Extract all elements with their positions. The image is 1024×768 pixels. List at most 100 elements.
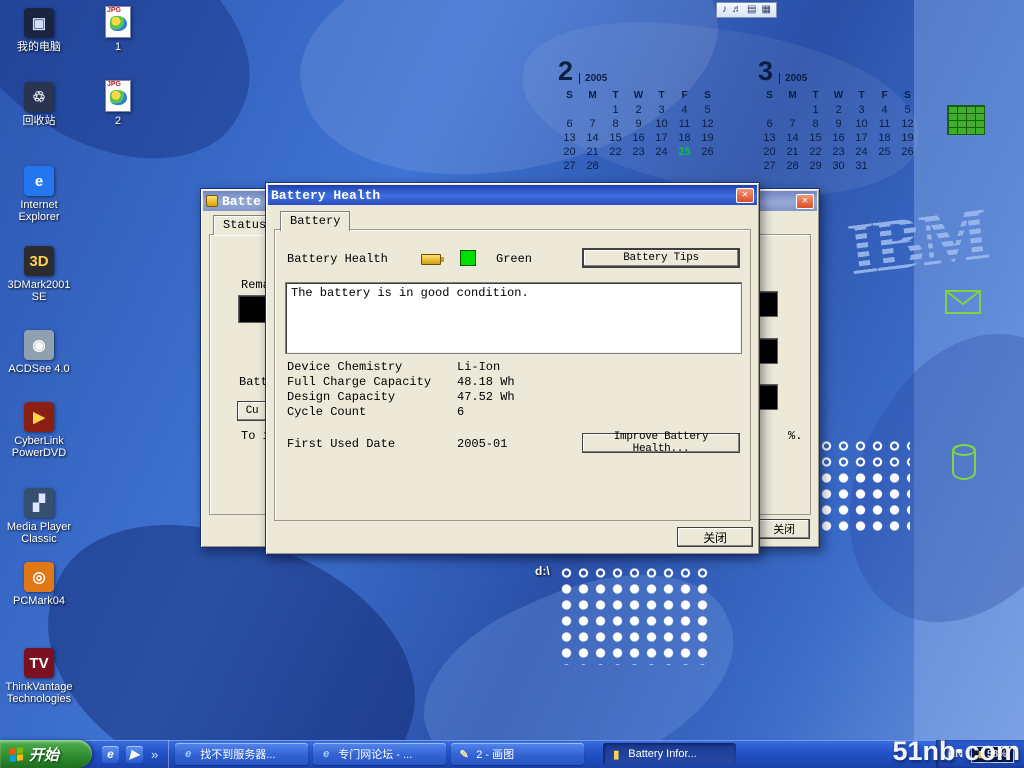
acdsee-icon: ◉ [24, 330, 54, 360]
desktop-icon-label: Internet Explorer [6, 199, 72, 223]
taskbar-task[interactable]: e 专门网论坛 - ... [313, 743, 446, 765]
health-status-square [460, 250, 476, 266]
calendar-day [604, 160, 627, 174]
desktop-icon-thinkvantage-technologies[interactable]: TV ThinkVantage Technologies [6, 648, 72, 705]
desktop-icon-3dmark2001-se[interactable]: 3D 3DMark2001 SE [6, 246, 72, 303]
taskbar-task[interactable]: ✎ 2 - 画图 [451, 743, 584, 765]
media-player-classic-icon: ▞ [24, 488, 54, 518]
calendar-weekday: M [781, 90, 804, 104]
calendar-day: 25 [673, 146, 696, 160]
display-icon[interactable]: ▤ [747, 4, 756, 16]
battery-tips-button[interactable]: Battery Tips [582, 248, 740, 268]
calendar-day [558, 104, 581, 118]
file-jpg-1[interactable]: JPG 1 [94, 6, 142, 53]
calendar-day: 3 [650, 104, 673, 118]
field-label: Device Chemistry [287, 360, 457, 375]
internet-explorer-icon: e [181, 748, 195, 760]
calendar-weekday: S [896, 90, 919, 104]
calendar-day: 28 [581, 160, 604, 174]
paint-icon: ✎ [457, 748, 471, 761]
calendar-day: 14 [581, 132, 604, 146]
desktop-icon-pcmark04[interactable]: ◎ PCMark04 [6, 562, 72, 607]
calendar-day: 31 [850, 160, 873, 174]
calendar-day: 8 [604, 118, 627, 132]
calendar-day [673, 160, 696, 174]
calendar-day: 20 [558, 146, 581, 160]
calendar-day: 9 [827, 118, 850, 132]
calendar-day: 6 [758, 118, 781, 132]
calendar: 2 2005 SMTWTFS12345678910111213141516171… [558, 56, 723, 174]
calendar-weekday: F [873, 90, 896, 104]
desktop-icon-acdsee[interactable]: ◉ ACDSee 4.0 [6, 330, 72, 375]
calendar-day: 13 [558, 132, 581, 146]
battery-tip [441, 257, 444, 262]
first-used-label: First Used Date [287, 437, 395, 451]
calendar-day: 15 [604, 132, 627, 146]
calendar-day: 17 [850, 132, 873, 146]
condition-text: The battery is in good condition. [291, 286, 529, 300]
tray-battery-meter[interactable]: ▮ 58% [971, 746, 1014, 763]
improve-battery-health-button[interactable]: Improve Battery Health... [582, 433, 740, 453]
desktop-icon-label: 3DMark2001 SE [6, 279, 72, 303]
close-button[interactable]: 关闭 [758, 519, 810, 539]
start-button[interactable]: 开始 [0, 740, 92, 768]
media-player-icon[interactable]: ▶ [126, 746, 143, 763]
close-icon[interactable]: ✕ [796, 194, 814, 209]
calendar-day: 26 [696, 146, 719, 160]
calendar-day: 29 [804, 160, 827, 174]
calendar-day [896, 160, 919, 174]
language-indicator[interactable]: EN [948, 748, 963, 760]
dialog-titlebar[interactable]: Battery Health ✕ [268, 185, 757, 205]
desktop-icon-label: ThinkVantage Technologies [5, 681, 72, 705]
calendar-day: 21 [781, 146, 804, 160]
calendar-day: 12 [696, 118, 719, 132]
file-jpg-2[interactable]: JPG 2 [94, 80, 142, 127]
calendar-day: 8 [804, 118, 827, 132]
keyboard-icon[interactable]: ▦ [761, 4, 770, 16]
calendar-day [627, 160, 650, 174]
file-label: 2 [115, 115, 121, 127]
audio-language-toolbar[interactable]: ♪ ♬ ▤ ▦ [716, 2, 777, 18]
desktop-icon-cyberlink-powerdvd[interactable]: ▶ CyberLink PowerDVD [6, 402, 72, 459]
taskbar-task[interactable]: ▮ Battery Infor... [603, 743, 736, 765]
calendar-day: 7 [781, 118, 804, 132]
battery-fields: Device Chemistry Li-Ion Full Charge Capa… [287, 360, 742, 420]
calendar-weekday: W [627, 90, 650, 104]
calendar-header: 3 2005 [758, 56, 923, 84]
calendar-weekday: S [558, 90, 581, 104]
chevron-icon[interactable]: » [151, 747, 158, 762]
speaker-icon[interactable]: ♪ [722, 4, 727, 16]
battery-icon: ▮ [609, 748, 623, 761]
battery-tab-page: Battery Health Green Battery Tips The ba… [274, 229, 751, 521]
internet-explorer-icon: e [319, 748, 333, 760]
battery-icon [421, 254, 441, 265]
calendar-day: 23 [627, 146, 650, 160]
calendar-weekday: T [850, 90, 873, 104]
close-icon[interactable]: ✕ [736, 188, 754, 203]
calendar-day: 5 [896, 104, 919, 118]
calendar-day: 3 [850, 104, 873, 118]
jpg-badge: JPG [107, 81, 121, 88]
close-button[interactable]: 关闭 [677, 527, 753, 547]
internet-explorer-icon[interactable]: e [102, 746, 119, 763]
tab-battery[interactable]: Battery [280, 211, 350, 231]
calendar-day: 24 [850, 146, 873, 160]
taskbar: 开始 e ▶ » e 找不到服务器... e 专门网论坛 - ... ✎ 2 - … [0, 740, 1024, 768]
thinkvantage-technologies-icon: TV [24, 648, 54, 678]
battery-app-icon [206, 195, 218, 207]
calendar-day: 7 [581, 118, 604, 132]
calendar-day: 20 [758, 146, 781, 160]
desktop-icon-recycle-bin[interactable]: ♲ 回收站 [6, 82, 72, 127]
envelope-icon [944, 288, 982, 316]
condition-textbox[interactable]: The battery is in good condition. [285, 282, 742, 354]
desktop-icon-my-computer[interactable]: ▣ 我的电脑 [6, 8, 72, 53]
image-thumbnail [110, 90, 127, 105]
taskbar-task[interactable]: e 找不到服务器... [175, 743, 308, 765]
desktop-icon-media-player-classic[interactable]: ▞ Media Player Classic [6, 488, 72, 545]
desktop-icon-internet-explorer[interactable]: e Internet Explorer [6, 166, 72, 223]
desktop-icon-label: Media Player Classic [6, 521, 72, 545]
cu-button[interactable]: Cu [237, 401, 267, 421]
desktop: IBM d:\ ▣ 我的电脑 ♲ 回收站 e Internet Explorer… [0, 0, 1024, 768]
volume-icon[interactable]: ♬ [732, 4, 742, 16]
field-value: Li-Ion [457, 360, 500, 375]
